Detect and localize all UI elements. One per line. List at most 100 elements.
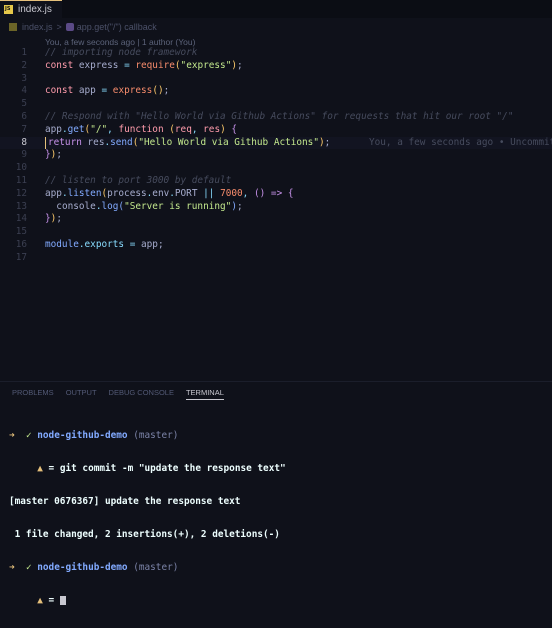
code-punct: ; bbox=[236, 200, 243, 212]
bottom-panel: PROBLEMS OUTPUT DEBUG CONSOLE TERMINAL ➜… bbox=[0, 381, 552, 606]
terminal-output-line: [master 0676367] update the response tex… bbox=[9, 496, 241, 507]
prompt-arrow-icon: ➜ bbox=[9, 430, 15, 441]
codelens-blame[interactable]: You, a few seconds ago | 1 author (You) bbox=[45, 37, 195, 47]
code-keyword: function bbox=[118, 123, 164, 135]
terminal-output[interactable]: ➜ ✓ node-github-demo (master) ▲ = git co… bbox=[9, 408, 286, 628]
code-punct: , bbox=[191, 123, 198, 135]
code-function: log bbox=[101, 200, 119, 212]
code-keyword: const bbox=[45, 85, 74, 97]
code-keyword: return bbox=[48, 136, 82, 148]
code-punct: , bbox=[107, 123, 113, 135]
warning-icon: ▲ bbox=[37, 595, 43, 606]
code-punct: ; bbox=[56, 213, 62, 225]
code-operator: => bbox=[270, 187, 283, 199]
code-function: send bbox=[110, 136, 133, 148]
prompt-branch: (master) bbox=[133, 430, 179, 441]
line-number: 14 bbox=[15, 213, 27, 225]
code-punct: ; bbox=[324, 136, 331, 148]
code-identifier: PORT bbox=[174, 187, 198, 199]
line-number: 10 bbox=[15, 162, 27, 174]
line-number: 12 bbox=[15, 187, 27, 199]
code-identifier: module bbox=[45, 238, 79, 250]
code-punct: () bbox=[152, 85, 164, 97]
code-identifier: app bbox=[141, 238, 158, 250]
code-punct: ; bbox=[157, 238, 164, 250]
prompt-symbol: = bbox=[48, 595, 55, 606]
code-string: "Server is running" bbox=[124, 200, 232, 212]
code-punct: ) bbox=[220, 123, 226, 135]
code-comment: // importing node framework bbox=[45, 47, 198, 58]
code-param: req bbox=[174, 123, 192, 135]
tab-problems[interactable]: PROBLEMS bbox=[12, 388, 54, 400]
code-punct: () bbox=[253, 187, 266, 199]
prompt-branch: (master) bbox=[133, 562, 179, 573]
terminal-command: git commit -m "update the response text" bbox=[59, 463, 286, 474]
code-operator: = bbox=[129, 238, 136, 250]
tab-debug-console[interactable]: DEBUG CONSOLE bbox=[109, 388, 174, 400]
javascript-file-icon bbox=[4, 5, 13, 14]
code-operator: = bbox=[101, 85, 108, 97]
prompt-symbol: = bbox=[48, 463, 55, 474]
line-number: 6 bbox=[21, 110, 27, 122]
code-operator: || bbox=[203, 187, 215, 199]
breadcrumb: index.js > app.get("/") callback bbox=[0, 20, 552, 34]
code-identifier: app bbox=[45, 187, 62, 199]
code-number: 7000 bbox=[220, 187, 243, 199]
panel-tabs: PROBLEMS OUTPUT DEBUG CONSOLE TERMINAL bbox=[12, 388, 236, 400]
code-punct: { bbox=[287, 187, 294, 199]
line-number: 1 bbox=[21, 47, 27, 58]
code-operator: = bbox=[124, 59, 130, 71]
warning-icon: ▲ bbox=[37, 463, 43, 474]
code-punct: ; bbox=[237, 59, 243, 71]
check-icon: ✓ bbox=[25, 562, 32, 573]
code-punct: ; bbox=[56, 149, 62, 161]
line-number: 2 bbox=[21, 59, 27, 71]
code-function: express bbox=[112, 85, 153, 97]
breadcrumb-separator: > bbox=[56, 22, 62, 32]
code-function: require bbox=[135, 59, 175, 71]
line-number: 4 bbox=[21, 85, 27, 97]
prompt-directory: node-github-demo bbox=[37, 430, 128, 441]
line-number: 5 bbox=[21, 98, 27, 110]
tab-index-js[interactable]: index.js bbox=[0, 0, 62, 18]
code-identifier: console bbox=[56, 200, 96, 212]
prompt-directory: node-github-demo bbox=[37, 562, 128, 573]
code-identifier: exports bbox=[84, 238, 125, 250]
tab-terminal[interactable]: TERMINAL bbox=[185, 388, 224, 400]
javascript-file-icon bbox=[9, 23, 17, 31]
editor-tab-bar: index.js bbox=[0, 0, 552, 18]
check-icon: ✓ bbox=[25, 430, 32, 441]
code-punct: , bbox=[242, 187, 249, 199]
code-editor[interactable]: 1 // importing node framework 2 const expr… bbox=[0, 47, 552, 265]
code-string: "Hello World via Github Actions" bbox=[138, 136, 319, 148]
code-identifier: express bbox=[78, 59, 119, 71]
breadcrumb-file[interactable]: index.js bbox=[22, 22, 53, 32]
code-keyword: const bbox=[45, 59, 74, 71]
function-symbol-icon bbox=[65, 23, 74, 31]
tab-output[interactable]: OUTPUT bbox=[66, 388, 97, 400]
code-param: res bbox=[203, 123, 221, 135]
prompt-arrow-icon: ➜ bbox=[9, 562, 15, 573]
code-identifier: res bbox=[87, 136, 105, 148]
line-number: 17 bbox=[15, 251, 27, 263]
code-function: get bbox=[67, 123, 85, 135]
code-identifier: app bbox=[45, 123, 62, 135]
active-line[interactable]: 8 return res.send("Hello World via Github… bbox=[0, 136, 552, 150]
line-number: 3 bbox=[21, 72, 27, 84]
line-number: 15 bbox=[15, 226, 27, 238]
terminal-cursor bbox=[59, 596, 66, 605]
tab-label: index.js bbox=[18, 4, 52, 15]
line-number: 7 bbox=[21, 123, 27, 135]
terminal-output-line: 1 file changed, 2 insertions(+), 2 delet… bbox=[9, 529, 280, 540]
code-string: "/" bbox=[90, 123, 108, 135]
line-number: 9 bbox=[21, 149, 27, 161]
code-identifier: process bbox=[107, 187, 147, 199]
code-string: "express" bbox=[180, 59, 232, 71]
code-function: listen bbox=[67, 187, 102, 199]
code-identifier: app bbox=[78, 85, 96, 97]
code-punct: { bbox=[231, 123, 238, 135]
breadcrumb-symbol[interactable]: app.get("/") callback bbox=[77, 22, 157, 32]
code-comment: // listen to port 3000 by default bbox=[45, 174, 232, 186]
line-number: 11 bbox=[15, 174, 27, 186]
code-comment: // Respond with "Hello World via Github … bbox=[45, 110, 514, 122]
